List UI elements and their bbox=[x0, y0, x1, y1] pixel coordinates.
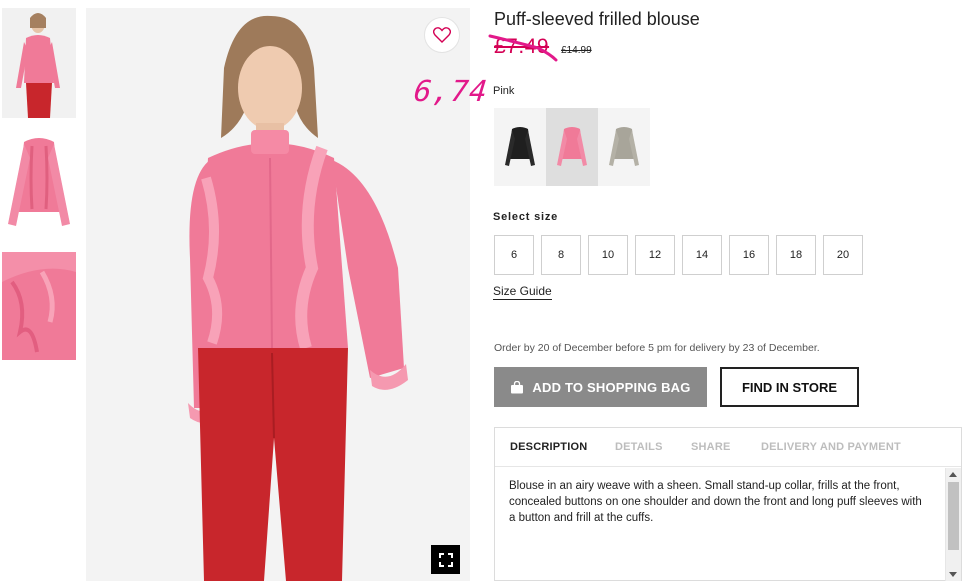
size-guide-link[interactable]: Size Guide bbox=[493, 284, 552, 300]
size-option[interactable]: 6 bbox=[494, 235, 534, 275]
description-scrollbar[interactable] bbox=[945, 468, 961, 581]
pink-blouse-image bbox=[557, 127, 587, 166]
grey-blouse-image bbox=[609, 127, 639, 166]
thumbnail-garment[interactable] bbox=[2, 124, 76, 234]
size-option[interactable]: 18 bbox=[776, 235, 816, 275]
tab-details[interactable]: DETAILS bbox=[615, 441, 663, 453]
sale-price: £7.49 bbox=[494, 35, 550, 58]
size-option[interactable]: 8 bbox=[541, 235, 581, 275]
add-to-bag-button[interactable]: ADD TO SHOPPING BAG bbox=[494, 367, 707, 407]
price-row: £7.49 £14.99 bbox=[494, 35, 592, 59]
tab-delivery-and-payment[interactable]: DELIVERY AND PAYMENT bbox=[761, 441, 901, 453]
size-option[interactable]: 16 bbox=[729, 235, 769, 275]
product-info-tabs: DESCRIPTION DETAILS SHARE DELIVERY AND P… bbox=[494, 427, 962, 581]
thumbnail-model-front[interactable] bbox=[2, 8, 76, 118]
thumbnail-image bbox=[2, 8, 76, 118]
selected-color-name: Pink bbox=[493, 85, 515, 97]
black-blouse-image bbox=[505, 127, 535, 166]
original-price: £14.99 bbox=[561, 45, 592, 56]
swatch-black[interactable] bbox=[494, 108, 546, 186]
scroll-thumb[interactable] bbox=[948, 482, 959, 550]
fullscreen-button[interactable] bbox=[431, 545, 460, 574]
size-option[interactable]: 12 bbox=[635, 235, 675, 275]
delivery-note: Order by 20 of December before 5 pm for … bbox=[494, 342, 820, 354]
tab-share[interactable]: SHARE bbox=[691, 441, 731, 453]
size-options: 6 8 10 12 14 16 18 20 bbox=[494, 235, 870, 275]
thumbnail-image bbox=[2, 252, 76, 360]
tab-description[interactable]: DESCRIPTION bbox=[510, 441, 587, 453]
model-photo bbox=[86, 8, 470, 581]
product-description: Blouse in an airy weave with a sheen. Sm… bbox=[509, 480, 922, 524]
product-title: Puff-sleeved frilled blouse bbox=[494, 9, 700, 29]
select-size-label: Select size bbox=[493, 211, 559, 223]
scroll-down-icon[interactable] bbox=[949, 572, 957, 577]
shopping-bag-icon bbox=[511, 380, 524, 393]
find-in-store-button[interactable]: FIND IN STORE bbox=[720, 367, 859, 407]
size-option[interactable]: 14 bbox=[682, 235, 722, 275]
swatch-grey[interactable] bbox=[598, 108, 650, 186]
swatch-pink[interactable] bbox=[546, 108, 598, 186]
favourite-button[interactable] bbox=[424, 17, 460, 53]
size-option[interactable]: 20 bbox=[823, 235, 863, 275]
handwritten-price-note: 6,74 bbox=[412, 74, 490, 108]
main-product-image bbox=[86, 8, 470, 581]
scroll-up-icon[interactable] bbox=[949, 472, 957, 477]
size-option[interactable]: 10 bbox=[588, 235, 628, 275]
heart-icon bbox=[433, 27, 451, 43]
add-to-bag-label: ADD TO SHOPPING BAG bbox=[532, 379, 691, 395]
thumbnail-detail[interactable] bbox=[2, 252, 76, 360]
tab-bar: DESCRIPTION DETAILS SHARE DELIVERY AND P… bbox=[495, 428, 961, 467]
color-swatches bbox=[494, 108, 650, 186]
fullscreen-icon bbox=[438, 552, 453, 567]
thumbnail-image bbox=[2, 124, 76, 234]
